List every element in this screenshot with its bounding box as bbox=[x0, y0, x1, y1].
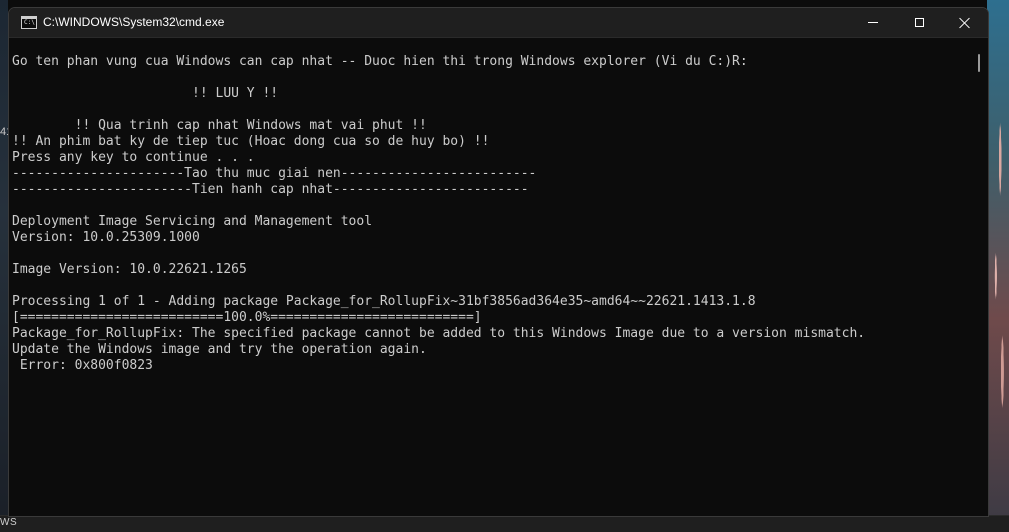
taskbar bbox=[0, 515, 1009, 532]
console-line: ----------------------Tao thu muc giai n… bbox=[12, 166, 537, 181]
console-line: Version: 10.0.25309.1000 bbox=[12, 230, 200, 245]
console-line: Processing 1 of 1 - Adding package Packa… bbox=[12, 294, 756, 309]
maximize-button[interactable] bbox=[896, 8, 942, 37]
console-line: -----------------------Tien hanh cap nha… bbox=[12, 182, 529, 197]
taskbar-text-fragment: WS bbox=[0, 517, 18, 528]
console-line: !! An phim bat ky de tiep tuc (Hoac dong… bbox=[12, 134, 490, 149]
cmd-window: C:\ C:\WINDOWS\System32\cmd.exe Go ten p… bbox=[8, 7, 989, 517]
vertical-scrollbar[interactable] bbox=[971, 38, 988, 516]
console-line: Update the Windows image and try the ope… bbox=[12, 342, 427, 357]
console-line: [==========================100.0%=======… bbox=[12, 310, 482, 325]
console-line: Go ten phan vung cua Windows can cap nha… bbox=[12, 54, 748, 69]
maximize-icon bbox=[914, 18, 924, 27]
console-line: Press any key to continue . . . bbox=[12, 150, 255, 165]
close-button[interactable] bbox=[942, 8, 988, 37]
close-icon bbox=[959, 17, 971, 29]
desktop-background-left: 41 bbox=[0, 0, 13, 531]
console-app-icon-text: C:\ bbox=[24, 19, 35, 26]
console-output[interactable]: Go ten phan vung cua Windows can cap nha… bbox=[9, 38, 971, 516]
minimize-button[interactable] bbox=[850, 8, 896, 37]
console-line: !! Qua trinh cap nhat Windows mat vai ph… bbox=[12, 118, 427, 133]
background-text-fragment: 41 bbox=[0, 126, 13, 138]
console-line: !! LUU Y !! bbox=[12, 86, 279, 101]
console-line: Package_for_RollupFix: The specified pac… bbox=[12, 326, 866, 341]
title-bar[interactable]: C:\ C:\WINDOWS\System32\cmd.exe bbox=[9, 8, 988, 38]
console-app-icon: C:\ bbox=[21, 16, 37, 29]
window-title: C:\WINDOWS\System32\cmd.exe bbox=[43, 15, 225, 29]
minimize-icon bbox=[868, 22, 878, 23]
desktop-wallpaper-right bbox=[987, 0, 1009, 531]
console-line: Error: 0x800f0823 bbox=[12, 358, 153, 373]
console-line: Deployment Image Servicing and Managemen… bbox=[12, 214, 373, 229]
scrollbar-thumb[interactable] bbox=[978, 54, 980, 72]
console-line: Image Version: 10.0.22621.1265 bbox=[12, 262, 247, 277]
